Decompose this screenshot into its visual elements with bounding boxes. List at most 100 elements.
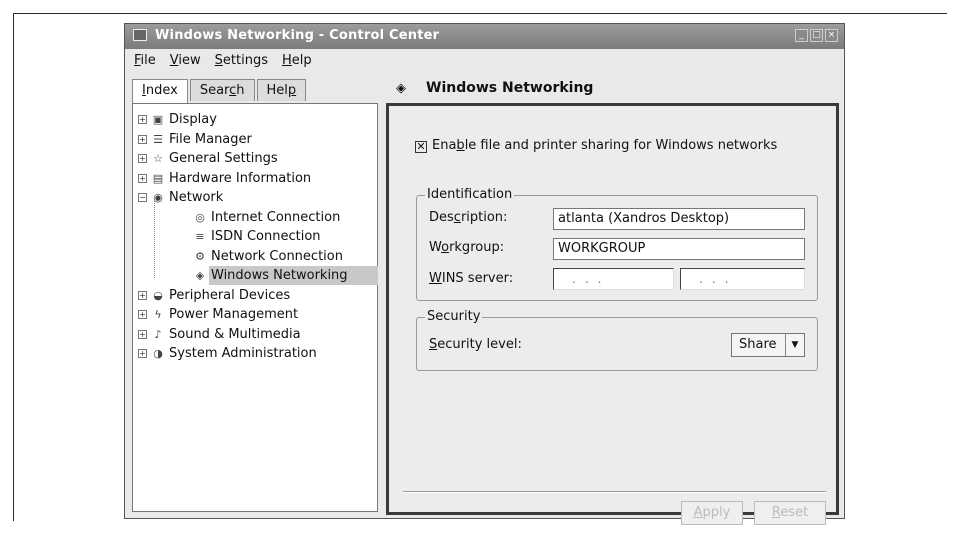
checkbox-label: Ena [432,138,457,153]
tree-item-label: System Administration [169,346,317,361]
title-bar[interactable]: Windows Networking - Control Center _ □ … [125,24,844,49]
tree-item-label: Hardware Information [169,170,312,186]
tree-item-general-settings[interactable]: + ☆ General Settings [133,149,377,169]
tab-text: h [236,83,245,98]
label-text: INS server: [441,271,514,286]
button-mnemonic: A [693,505,703,520]
menu-settings[interactable]: Settings [215,53,268,68]
sharing-checkbox-row[interactable]: ✕ Enable file and printer sharing for Win… [415,138,777,153]
tree-item-isdn-connection[interactable]: ≡ ISDN Connection [133,227,377,247]
workgroup-label: Workgroup: [429,240,504,255]
label-text: Des [429,210,454,225]
label-mnemonic: W [429,271,442,286]
identification-legend: Identification [425,187,515,202]
chevron-down-icon[interactable]: ▼ [785,334,804,356]
navigation-tree: + ▣ Display + ☰ File Manager + ☆ General Setting… [132,103,378,512]
tree-item-hardware-information[interactable]: + ▤ Hardware Information [133,169,377,189]
label-mnemonic: c [453,210,461,225]
expand-icon[interactable]: + [138,329,147,339]
security-level-value: Share [739,337,777,352]
reset-button[interactable]: Reset [754,501,826,525]
menu-file[interactable]: File [134,53,156,68]
windows-networking-icon: ◈ [195,269,205,282]
tab-text: ndex [145,83,178,98]
sharing-checkbox[interactable]: ✕ [415,141,427,153]
tree-item-peripheral-devices[interactable]: + ◒ Peripheral Devices [133,286,377,306]
network-connection-icon: ⚙ [195,249,205,263]
expand-icon[interactable]: + [138,173,147,183]
tree-item-file-manager[interactable]: + ☰ File Manager [133,130,377,150]
security-level-select[interactable]: Share ▼ [731,333,805,357]
button-separator [403,491,826,493]
tab-search[interactable]: Search [189,79,255,101]
menu-help[interactable]: Help [282,53,312,68]
description-label: Description: [429,210,507,225]
label-text: ecurity level: [437,337,522,352]
system-admin-icon: ◑ [153,347,163,360]
tree-item-label: General Settings [169,151,278,166]
tree-item-sound-multimedia[interactable]: + ♪ Sound & Multimedia [133,325,377,345]
menu-bar: File View Settings Help [125,49,844,71]
menu-view[interactable]: View [170,53,201,68]
tab-help[interactable]: Help [256,79,307,101]
tree-item-label: Network [169,190,224,205]
tree-item-power-management[interactable]: + ϟ Power Management [133,305,377,325]
tab-mnemonic: p [287,83,297,98]
sound-icon: ♪ [154,327,162,341]
collapse-icon[interactable]: − [138,193,147,202]
peripheral-icon: ◒ [153,288,163,302]
tree-item-network[interactable]: − ◉ Network [133,188,377,208]
tree-item-network-connection[interactable]: ⚙ Network Connection [133,247,377,267]
window-title: Windows Networking - Control Center [155,28,440,43]
checkbox-mnemonic: b [456,138,465,153]
isdn-icon: ≡ [195,230,205,243]
menu-mnemonic: S [214,52,223,68]
label-mnemonic: o [441,240,450,255]
security-level-label: Security level: [429,337,522,352]
workgroup-field[interactable]: WORKGROUP [553,238,805,260]
button-text: eset [780,505,809,520]
tree-item-display[interactable]: + ▣ Display [133,110,377,130]
tree-item-system-administration[interactable]: + ◑ System Administration [133,344,377,364]
tree-item-label: Peripheral Devices [169,287,291,303]
tree-item-label: Windows Networking [209,266,378,285]
expand-icon[interactable]: + [138,134,147,144]
wins-server-ip-field-1[interactable]: ... [553,268,674,290]
tree-item-label: Display [169,112,217,127]
tree-item-label: File Manager [169,131,252,147]
expand-icon[interactable]: + [138,290,147,300]
security-group: Security Security level: Share ▼ [416,309,818,371]
description-field[interactable]: atlanta (Xandros Desktop) [553,208,805,230]
expand-icon[interactable]: + [138,115,147,124]
menu-mnemonic: H [281,52,292,68]
tree-item-windows-networking[interactable]: ◈ Windows Networking [133,266,378,286]
tree-item-internet-connection[interactable]: ◎ Internet Connection [133,208,377,228]
tree-item-label: Network Connection [211,248,343,264]
hardware-icon: ▤ [152,171,164,185]
minimize-button[interactable]: _ [795,29,808,42]
expand-icon[interactable]: + [138,349,147,358]
checkbox-label: le file and printer sharing for Windows … [464,138,778,153]
label-text: ription: [460,210,508,225]
label-text: rkgroup: [449,240,505,255]
tree-item-label: ISDN Connection [211,229,321,244]
sidebar-tabs: Index Search Help [132,79,308,103]
windows-networking-icon: ◈ [396,81,406,96]
expand-icon[interactable]: + [138,310,147,319]
page-title: Windows Networking [426,80,594,96]
apply-button[interactable]: Apply [681,501,743,525]
wins-server-ip-field-2[interactable]: ... [680,268,805,290]
settings-panel: ✕ Enable file and printer sharing for Win… [386,103,839,525]
menu-text: elp [291,52,312,68]
menu-text: ile [140,52,156,68]
wins-server-label: WINS server: [429,271,513,286]
close-button[interactable]: × [825,29,838,42]
tab-text: Sear [199,83,230,98]
maximize-button[interactable]: □ [810,29,823,42]
star-icon: ☆ [153,152,163,165]
tab-index[interactable]: Index [132,79,188,103]
internet-icon: ◎ [195,210,205,224]
expand-icon[interactable]: + [138,154,147,163]
menu-text: ettings [222,52,268,68]
power-icon: ϟ [154,308,162,321]
